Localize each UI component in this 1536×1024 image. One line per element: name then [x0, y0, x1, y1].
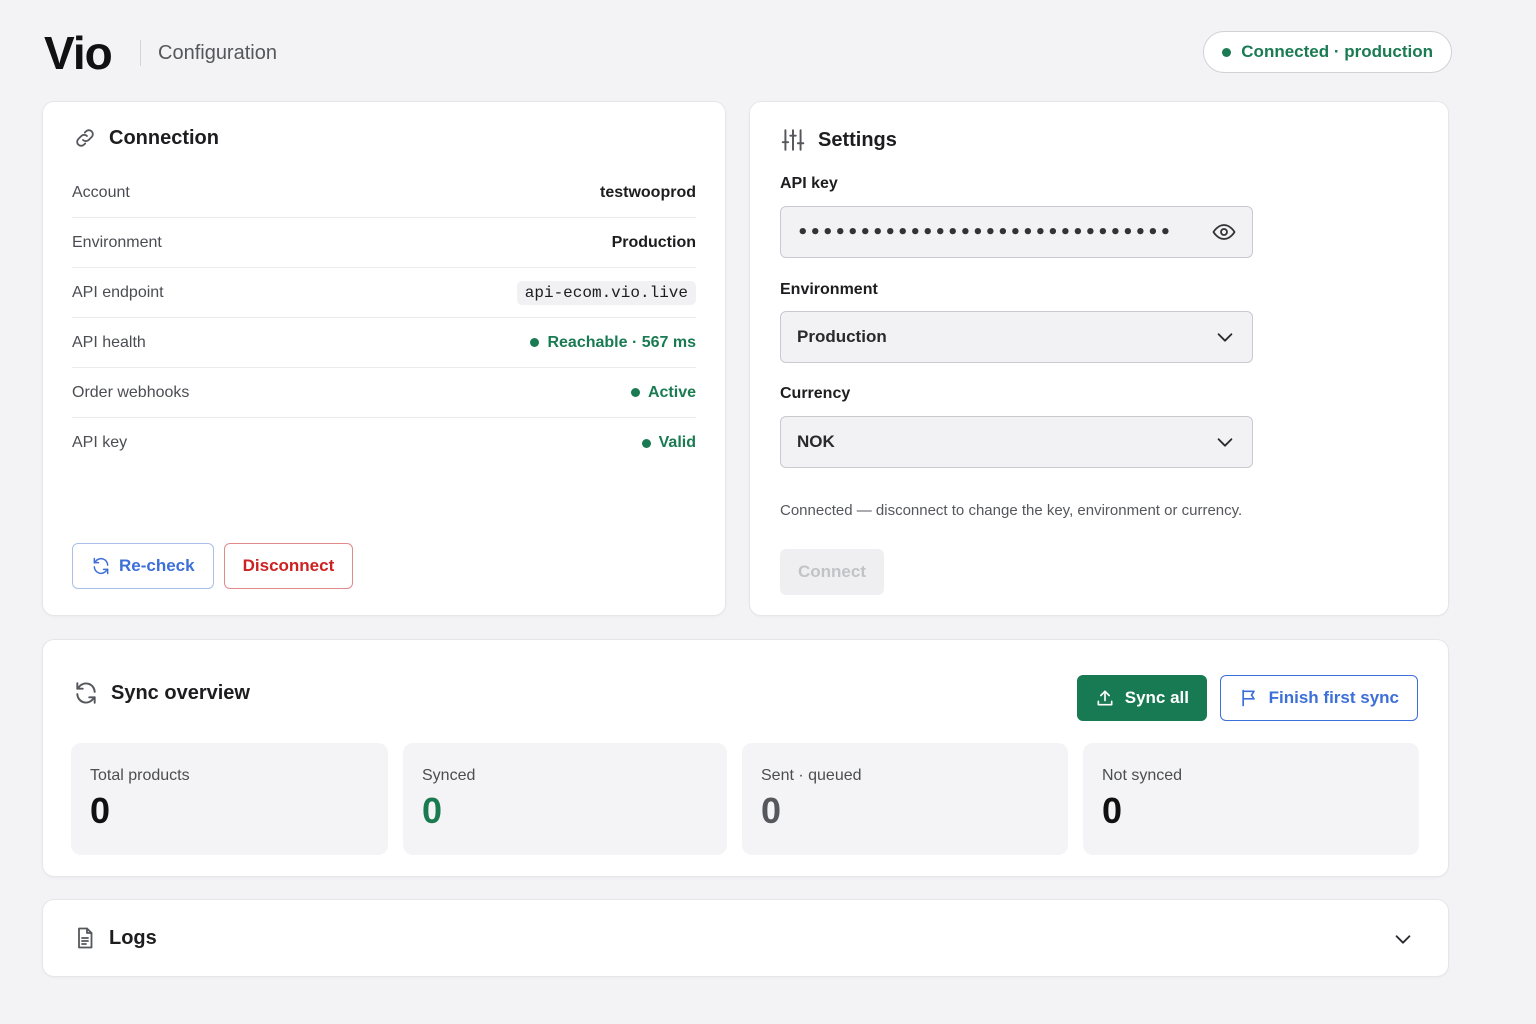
sync-all-label: Sync all [1124, 688, 1189, 707]
settings-help-text: Connected — disconnect to change the key… [780, 502, 1243, 519]
webhooks-status: Active [630, 383, 696, 402]
chevron-down-icon[interactable] [1392, 928, 1414, 950]
header-divider [140, 40, 141, 66]
link-icon [76, 129, 94, 147]
recheck-button[interactable]: Re-check [72, 543, 214, 589]
flag-icon [1241, 689, 1255, 707]
api-health-value: Reachable · 567 ms [547, 333, 696, 351]
stat-label: Sent · queued [761, 767, 862, 784]
stat-label: Not synced [1102, 767, 1183, 784]
stat-value: 0 [90, 790, 111, 831]
stat-value: 0 [422, 790, 443, 831]
detail-label: API health [72, 333, 146, 351]
sync-all-button[interactable]: Sync all [1076, 675, 1207, 721]
currency-select[interactable]: NOK [780, 416, 1253, 468]
webhooks-value: Active [647, 383, 696, 401]
stat-total-products: Total products 0 [71, 743, 388, 855]
sync-stats: Total products 0 Synced 0 Sent · queued … [71, 743, 1419, 855]
app-header: Vio Configuration Connected · production [44, 28, 1452, 78]
connect-button[interactable]: Connect [780, 549, 884, 595]
connection-title-text: Connection [109, 126, 219, 149]
settings-title-text: Settings [818, 128, 897, 151]
stat-label: Synced [422, 767, 476, 784]
detail-label: API key [72, 434, 128, 451]
detail-label: Order webhooks [72, 383, 190, 401]
logs-title: Logs [73, 926, 157, 950]
finish-first-sync-button[interactable]: Finish first sync [1219, 675, 1418, 721]
sync-overview-title: Sync overview [73, 680, 250, 706]
connection-card-title: Connection [73, 126, 219, 150]
account-value: testwooprod [600, 183, 696, 201]
status-dot-icon [641, 438, 651, 448]
settings-card: Settings API key •••••••••••••••••••••••… [749, 101, 1449, 616]
eye-icon[interactable] [1212, 220, 1236, 244]
currency-selected-value: NOK [797, 432, 835, 451]
environment-label: Environment [780, 281, 878, 298]
api-key-status: Valid [641, 434, 696, 452]
stat-value: 0 [1102, 790, 1123, 831]
api-endpoint-value: api-ecom.vio.live [516, 280, 696, 305]
stat-value: 0 [761, 790, 782, 831]
logs-title-text: Logs [109, 926, 157, 949]
sliders-icon [781, 129, 805, 151]
detail-row-api-health: API health Reachable · 567 ms [72, 318, 696, 368]
recheck-label: Re-check [119, 556, 195, 575]
finish-first-sync-label: Finish first sync [1268, 688, 1399, 707]
sync-title-text: Sync overview [111, 681, 250, 704]
api-key-masked-value: •••••••••••••••••••••••••••••• [797, 221, 1173, 243]
stat-label: Total products [90, 767, 190, 784]
stat-synced: Synced 0 [403, 743, 727, 855]
connection-status-badge: Connected · production [1203, 31, 1452, 73]
api-health-status: Reachable · 567 ms [530, 334, 696, 352]
api-key-label: API key [780, 175, 838, 192]
upload-icon [1097, 690, 1113, 706]
connection-card: Connection Account testwooprod Environme… [42, 101, 726, 616]
status-dot-icon [630, 388, 640, 397]
detail-label: Account [72, 183, 130, 201]
connection-actions: Re-check Disconnect [72, 543, 354, 589]
chevron-down-icon [1217, 333, 1233, 342]
connection-status-text: Connected · production [1241, 42, 1433, 61]
currency-label: Currency [780, 385, 851, 402]
app-logo: Vio [44, 27, 113, 79]
logs-card[interactable]: Logs [42, 899, 1449, 977]
status-dot-icon [1222, 47, 1232, 57]
connection-details-list: Account testwooprod Environment Producti… [72, 168, 696, 468]
stat-not-synced: Not synced 0 [1083, 743, 1419, 855]
stat-sent-queued: Sent · queued 0 [742, 743, 1068, 855]
detail-row-api-key: API key Valid [72, 418, 696, 468]
environment-selected-value: Production [797, 327, 887, 346]
settings-card-title: Settings [780, 127, 897, 153]
chevron-down-icon [1217, 438, 1233, 447]
environment-select[interactable]: Production [780, 311, 1253, 363]
page-title: Configuration [158, 42, 277, 64]
sync-icon [76, 682, 96, 704]
environment-value: Production [611, 233, 696, 251]
document-icon [78, 927, 93, 949]
status-dot-icon [530, 338, 540, 347]
detail-label: API endpoint [72, 283, 164, 301]
detail-row-environment: Environment Production [72, 218, 696, 268]
disconnect-button[interactable]: Disconnect [223, 543, 354, 589]
detail-row-account: Account testwooprod [72, 168, 696, 218]
detail-row-api-endpoint: API endpoint api-ecom.vio.live [72, 268, 696, 318]
sync-overview-card: Sync overview Sync all Finish first sync… [42, 639, 1449, 877]
api-key-status-value: Valid [658, 434, 696, 451]
detail-label: Environment [72, 233, 162, 251]
refresh-icon [93, 557, 109, 575]
detail-row-order-webhooks: Order webhooks Active [72, 368, 696, 418]
api-key-input[interactable]: •••••••••••••••••••••••••••••• [780, 206, 1253, 258]
